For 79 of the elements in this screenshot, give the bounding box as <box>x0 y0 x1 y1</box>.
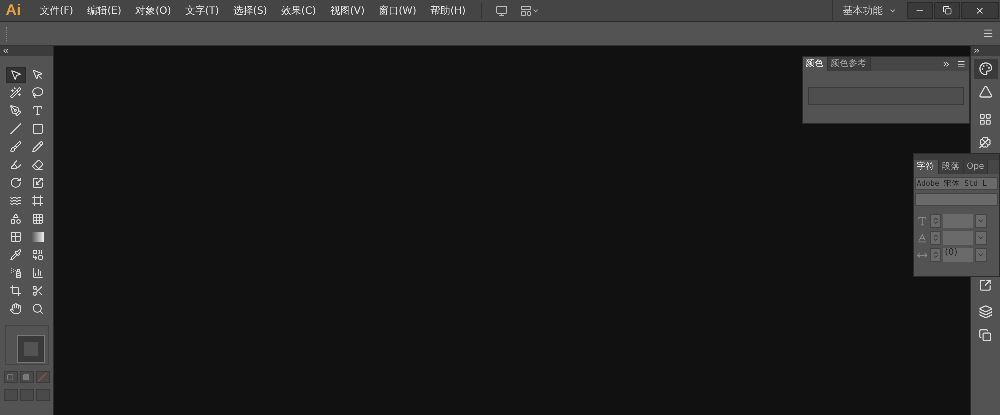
restore-icon <box>942 6 952 15</box>
square-icon <box>23 374 30 380</box>
bar-chart-icon <box>32 267 44 279</box>
hand-icon <box>10 303 22 315</box>
scale-icon <box>32 177 44 189</box>
shapes-icon <box>10 213 22 225</box>
tool-button[interactable] <box>6 67 26 83</box>
menu-item[interactable]: 帮助(H) <box>424 4 473 18</box>
marker-icon <box>10 159 22 171</box>
line-icon <box>10 123 22 135</box>
menu-item[interactable]: 选择(S) <box>226 4 274 18</box>
fill-stroke-swatch[interactable] <box>4 325 48 365</box>
stepper-icon <box>932 234 940 242</box>
panel-menu-icon[interactable] <box>983 28 994 39</box>
grid-icon <box>32 213 44 225</box>
palette-icon <box>978 62 992 76</box>
gradient-mode-button[interactable] <box>20 371 34 383</box>
eyedropper-icon <box>10 249 22 261</box>
gradient-icon <box>32 232 44 242</box>
font-style-field[interactable] <box>915 193 998 206</box>
caret-icon <box>977 251 985 259</box>
panel-tab[interactable]: 段落 <box>939 160 964 174</box>
lasso-icon <box>32 87 44 99</box>
panel-tab[interactable]: 颜色参考 <box>828 57 871 71</box>
zoom-icon <box>32 303 44 315</box>
restore-button[interactable] <box>934 2 960 19</box>
menu-item[interactable]: 效果(C) <box>274 4 324 18</box>
layout-icon <box>520 4 532 16</box>
app-logo: Ai <box>6 2 21 19</box>
waves-icon <box>10 195 22 207</box>
color-mode-button[interactable] <box>4 371 18 383</box>
expand-icon[interactable] <box>973 47 981 55</box>
arrow-icon <box>32 69 44 81</box>
panel-tab[interactable]: 字符 <box>914 160 939 174</box>
none-mode-button[interactable] <box>36 371 50 383</box>
square-icon <box>7 374 14 380</box>
close-button[interactable] <box>961 2 999 19</box>
crop-icon <box>10 285 22 297</box>
leading-icon <box>917 232 928 244</box>
artboards-icon <box>979 328 992 342</box>
magic-wand-icon <box>10 87 22 99</box>
pen-icon <box>10 105 22 117</box>
grip-handle[interactable] <box>6 26 8 40</box>
caret-icon <box>977 217 985 225</box>
menu-item[interactable]: 窗口(W) <box>372 4 424 18</box>
rotate-icon <box>10 177 22 189</box>
font-size-icon <box>917 216 928 226</box>
panel-tab[interactable]: 颜色 <box>803 57 828 71</box>
frame-icon <box>32 195 44 207</box>
menu-item[interactable]: 对象(O) <box>128 4 178 18</box>
eraser-icon <box>32 159 44 171</box>
stepper-icon <box>932 217 940 225</box>
collapse-icon[interactable] <box>2 47 10 55</box>
rectangle-icon <box>32 123 44 135</box>
gradient-icon <box>978 85 992 99</box>
menu-item[interactable]: 视图(V) <box>323 4 372 18</box>
panel-tab[interactable]: Ope <box>964 160 988 174</box>
pencil-icon <box>32 141 44 153</box>
clover-icon <box>979 136 992 148</box>
grid-icon <box>10 231 22 243</box>
scissors-icon <box>32 285 44 297</box>
close-icon <box>975 6 985 16</box>
menu-item[interactable]: 文件(F) <box>33 4 81 18</box>
monitor-icon <box>496 4 508 16</box>
expand-icon[interactable] <box>942 60 951 68</box>
layers-icon <box>978 305 992 319</box>
menu-item[interactable]: 文字(T) <box>178 4 226 18</box>
export-icon <box>979 278 992 292</box>
slash-icon <box>38 372 47 382</box>
caret-icon <box>977 234 985 242</box>
brush-icon <box>10 141 22 153</box>
swatches-icon <box>979 112 992 126</box>
stepper-icon <box>932 251 940 259</box>
blend-icon <box>32 249 44 261</box>
menu-item[interactable]: 编辑(E) <box>80 4 129 18</box>
arrow-icon <box>10 69 22 81</box>
type-icon <box>32 105 44 117</box>
panel-menu-icon[interactable] <box>957 60 966 68</box>
dock-button[interactable] <box>974 59 998 79</box>
